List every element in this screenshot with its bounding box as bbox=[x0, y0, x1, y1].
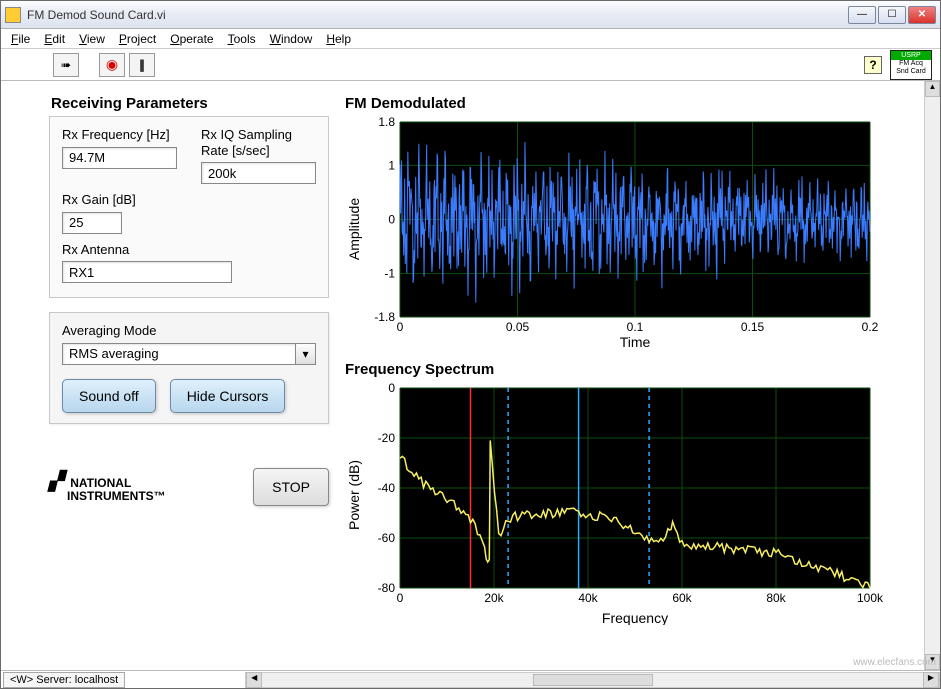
menu-project[interactable]: Project bbox=[119, 32, 156, 46]
svg-text:40k: 40k bbox=[578, 591, 598, 605]
svg-text:0.15: 0.15 bbox=[741, 320, 765, 334]
svg-text:0.05: 0.05 bbox=[506, 320, 530, 334]
rx-antenna-input[interactable] bbox=[62, 261, 232, 283]
scroll-left-icon[interactable]: ◀ bbox=[246, 672, 262, 688]
vi-icon-badge[interactable]: USRP FM Acq Snd Card bbox=[890, 50, 932, 80]
svg-text:-60: -60 bbox=[378, 531, 396, 545]
minimize-button[interactable]: — bbox=[848, 6, 876, 24]
averaging-panel: Averaging Mode ▾ Sound off Hide Cursors bbox=[49, 312, 329, 424]
maximize-button[interactable]: ☐ bbox=[878, 6, 906, 24]
horizontal-scrollbar[interactable]: ◀ ▶ bbox=[245, 672, 940, 688]
pause-icon: ∥ bbox=[139, 58, 145, 72]
vertical-scrollbar[interactable]: ▲ ▼ bbox=[924, 81, 940, 670]
menu-view[interactable]: View bbox=[79, 32, 105, 46]
svg-text:0: 0 bbox=[397, 320, 404, 334]
server-status: <W> Server: localhost bbox=[3, 672, 125, 688]
scroll-up-icon[interactable]: ▲ bbox=[925, 81, 940, 97]
run-arrow-icon: ➠ bbox=[61, 58, 71, 72]
app-icon bbox=[5, 7, 21, 23]
receiving-parameters-panel: Rx Frequency [Hz] Rx IQ Sampling Rate [s… bbox=[49, 116, 329, 298]
ni-logo-tm: ™ bbox=[154, 489, 166, 503]
averaging-mode-select[interactable] bbox=[62, 343, 296, 365]
svg-text:80k: 80k bbox=[766, 591, 786, 605]
spectrum-chart[interactable]: -80 -60 -40 -20 0 0 20k 40k 60k 80k 100k Power (d… bbox=[345, 380, 885, 625]
menu-bar: File Edit View Project Operate Tools Win… bbox=[1, 29, 940, 49]
ni-swoosh-icon: ▞ bbox=[49, 471, 63, 491]
fm-demod-xlabel: Time bbox=[620, 334, 651, 349]
svg-text:0: 0 bbox=[388, 381, 395, 395]
rx-gain-input[interactable] bbox=[62, 212, 122, 234]
rx-frequency-label: Rx Frequency [Hz] bbox=[62, 127, 177, 143]
menu-operate[interactable]: Operate bbox=[170, 32, 213, 46]
svg-text:-80: -80 bbox=[378, 581, 396, 595]
svg-text:-1.8: -1.8 bbox=[374, 310, 395, 324]
fm-demod-chart[interactable]: -1.8 -1 0 1 1.8 0 0.05 0.1 0.15 0.2 Amplitude Ti… bbox=[345, 114, 885, 349]
menu-tools[interactable]: Tools bbox=[228, 32, 256, 46]
sound-off-button[interactable]: Sound off bbox=[62, 379, 156, 413]
pause-button[interactable]: ∥ bbox=[129, 53, 155, 77]
menu-edit[interactable]: Edit bbox=[44, 32, 65, 46]
context-help-button[interactable]: ? bbox=[864, 56, 882, 74]
ni-logo: ▞ NATIONAL INSTRUMENTS™ bbox=[49, 472, 166, 502]
svg-text:60k: 60k bbox=[672, 591, 692, 605]
run-button[interactable]: ➠ bbox=[53, 53, 79, 77]
abort-button[interactable]: ◉ bbox=[99, 53, 125, 77]
averaging-mode-caret[interactable]: ▾ bbox=[296, 343, 316, 365]
svg-text:0: 0 bbox=[388, 213, 395, 227]
fm-demod-ylabel: Amplitude bbox=[346, 198, 362, 260]
svg-text:1.8: 1.8 bbox=[378, 115, 395, 129]
receiving-parameters-heading: Receiving Parameters bbox=[49, 95, 329, 112]
toolbar: ➠ ◉ ∥ ? USRP FM Acq Snd Card bbox=[1, 49, 940, 81]
front-panel: Receiving Parameters Rx Frequency [Hz] R… bbox=[1, 81, 924, 670]
rx-iq-rate-input[interactable] bbox=[201, 162, 316, 184]
svg-text:-20: -20 bbox=[378, 431, 396, 445]
scroll-right-icon[interactable]: ▶ bbox=[923, 672, 939, 688]
stop-button[interactable]: STOP bbox=[253, 468, 329, 506]
rx-frequency-input[interactable] bbox=[62, 147, 177, 169]
svg-text:100k: 100k bbox=[857, 591, 884, 605]
ni-logo-line1: NATIONAL bbox=[70, 476, 131, 490]
svg-text:1: 1 bbox=[388, 158, 395, 172]
averaging-mode-label: Averaging Mode bbox=[62, 323, 316, 339]
rx-antenna-label: Rx Antenna bbox=[62, 242, 316, 258]
rx-iq-rate-label: Rx IQ Sampling Rate [s/sec] bbox=[201, 127, 316, 158]
window-frame: FM Demod Sound Card.vi — ☐ ✕ File Edit V… bbox=[0, 0, 941, 689]
hide-cursors-button[interactable]: Hide Cursors bbox=[170, 379, 286, 413]
chevron-down-icon: ▾ bbox=[302, 347, 308, 361]
close-button[interactable]: ✕ bbox=[908, 6, 936, 24]
svg-text:0.1: 0.1 bbox=[627, 320, 644, 334]
hscroll-thumb[interactable] bbox=[533, 674, 653, 686]
ni-logo-line2: INSTRUMENTS bbox=[67, 489, 154, 503]
badge-top-label: USRP bbox=[891, 51, 931, 61]
menu-file[interactable]: File bbox=[11, 32, 30, 46]
svg-text:0: 0 bbox=[397, 591, 404, 605]
scroll-down-icon[interactable]: ▼ bbox=[925, 654, 940, 670]
svg-text:20k: 20k bbox=[484, 591, 504, 605]
badge-line2: Snd Card bbox=[891, 68, 931, 76]
fm-demod-chart-title: FM Demodulated bbox=[345, 95, 908, 112]
spectrum-ylabel: Power (dB) bbox=[346, 460, 362, 530]
rx-gain-label: Rx Gain [dB] bbox=[62, 192, 177, 208]
help-icon: ? bbox=[869, 58, 876, 72]
status-bar: <W> Server: localhost ◀ ▶ bbox=[1, 670, 940, 688]
badge-line1: FM Acq bbox=[891, 60, 931, 68]
svg-text:0.2: 0.2 bbox=[862, 320, 879, 334]
record-icon: ◉ bbox=[106, 56, 118, 73]
svg-text:-1: -1 bbox=[384, 267, 395, 281]
menu-window[interactable]: Window bbox=[270, 32, 313, 46]
spectrum-xlabel: Frequency bbox=[602, 610, 668, 625]
menu-help[interactable]: Help bbox=[326, 32, 351, 46]
window-title: FM Demod Sound Card.vi bbox=[27, 8, 848, 22]
spectrum-chart-title: Frequency Spectrum bbox=[345, 361, 908, 378]
svg-text:-40: -40 bbox=[378, 481, 396, 495]
titlebar[interactable]: FM Demod Sound Card.vi — ☐ ✕ bbox=[1, 1, 940, 29]
